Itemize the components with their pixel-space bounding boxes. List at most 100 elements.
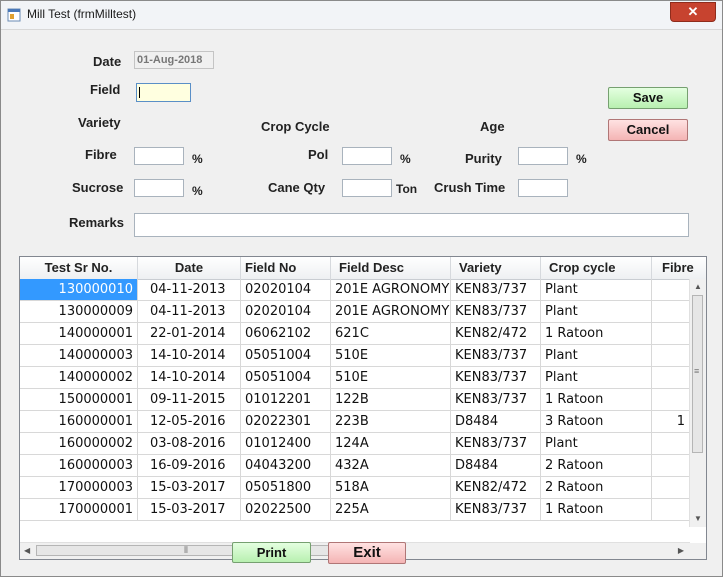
- cell-crop-cycle[interactable]: Plant: [541, 345, 652, 367]
- cell-test-sr-no[interactable]: 150000001: [20, 389, 138, 411]
- scroll-up-arrow-icon[interactable]: ▲: [694, 282, 702, 292]
- cell-fibre[interactable]: [652, 279, 690, 301]
- table-row[interactable]: 160000001 12-05-2016 02022301 223B D8484 3 Ra…: [20, 411, 690, 433]
- cell-date[interactable]: 04-11-2013: [138, 279, 241, 301]
- col-header-variety[interactable]: Variety: [451, 257, 541, 279]
- cell-variety[interactable]: KEN83/737: [451, 433, 541, 455]
- cell-crop-cycle[interactable]: 1 Ratoon: [541, 323, 652, 345]
- cell-test-sr-no[interactable]: 140000002: [20, 367, 138, 389]
- cell-crop-cycle[interactable]: 2 Ratoon: [541, 477, 652, 499]
- scroll-down-arrow-icon[interactable]: ▼: [694, 514, 702, 524]
- cell-variety[interactable]: KEN82/472: [451, 477, 541, 499]
- cell-fibre[interactable]: [652, 301, 690, 323]
- cell-test-sr-no[interactable]: 130000010: [20, 279, 138, 301]
- cell-field-no[interactable]: 05051004: [241, 345, 331, 367]
- cell-test-sr-no[interactable]: 170000001: [20, 499, 138, 521]
- cell-fibre[interactable]: [652, 345, 690, 367]
- vertical-scrollbar[interactable]: ▲ ≡ ▼: [689, 279, 706, 527]
- table-row[interactable]: 160000002 03-08-2016 01012400 124A KEN83/737…: [20, 433, 690, 455]
- cell-fibre[interactable]: [652, 367, 690, 389]
- cell-test-sr-no[interactable]: 160000002: [20, 433, 138, 455]
- print-button[interactable]: Print: [232, 542, 311, 563]
- cell-field-no[interactable]: 02020104: [241, 279, 331, 301]
- cell-crop-cycle[interactable]: Plant: [541, 433, 652, 455]
- cell-test-sr-no[interactable]: 130000009: [20, 301, 138, 323]
- table-row[interactable]: 160000003 16-09-2016 04043200 432A D8484 2 Ra…: [20, 455, 690, 477]
- cell-field-desc[interactable]: 510E: [331, 367, 451, 389]
- scroll-left-arrow-icon[interactable]: ◀: [24, 546, 30, 556]
- title-bar[interactable]: Mill Test (frmMilltest) ✕: [1, 1, 722, 30]
- cell-date[interactable]: 14-10-2014: [138, 367, 241, 389]
- crush-time-input[interactable]: [518, 179, 568, 197]
- col-header-field-no[interactable]: Field No: [241, 257, 331, 279]
- cell-crop-cycle[interactable]: Plant: [541, 279, 652, 301]
- cell-test-sr-no[interactable]: 160000003: [20, 455, 138, 477]
- cell-field-desc[interactable]: 225A: [331, 499, 451, 521]
- cell-variety[interactable]: KEN83/737: [451, 367, 541, 389]
- field-input[interactable]: [136, 83, 191, 102]
- cell-field-no[interactable]: 02022500: [241, 499, 331, 521]
- cell-field-desc[interactable]: 124A: [331, 433, 451, 455]
- cell-field-desc[interactable]: 518A: [331, 477, 451, 499]
- table-row[interactable]: 130000010 04-11-2013 02020104 201E AGRONOMY…: [20, 279, 690, 301]
- cell-crop-cycle[interactable]: Plant: [541, 367, 652, 389]
- cell-crop-cycle[interactable]: 1 Ratoon: [541, 389, 652, 411]
- col-header-test-sr-no[interactable]: Test Sr No.: [20, 257, 138, 279]
- cell-field-desc[interactable]: 201E AGRONOMY: [331, 279, 451, 301]
- cell-test-sr-no[interactable]: 140000003: [20, 345, 138, 367]
- cell-field-no[interactable]: 05051800: [241, 477, 331, 499]
- cell-variety[interactable]: D8484: [451, 411, 541, 433]
- table-row[interactable]: 170000001 15-03-2017 02022500 225A KEN83/737…: [20, 499, 690, 521]
- cell-crop-cycle[interactable]: 1 Ratoon: [541, 499, 652, 521]
- cancel-button[interactable]: Cancel: [608, 119, 688, 141]
- cell-variety[interactable]: KEN82/472: [451, 323, 541, 345]
- cell-field-no[interactable]: 05051004: [241, 367, 331, 389]
- cell-field-desc[interactable]: 621C: [331, 323, 451, 345]
- remarks-input[interactable]: [134, 213, 689, 237]
- cell-fibre[interactable]: [652, 389, 690, 411]
- cell-fibre[interactable]: [652, 499, 690, 521]
- cell-date[interactable]: 14-10-2014: [138, 345, 241, 367]
- cell-variety[interactable]: KEN83/737: [451, 345, 541, 367]
- cane-qty-input[interactable]: [342, 179, 392, 197]
- cell-crop-cycle[interactable]: Plant: [541, 301, 652, 323]
- cell-field-no[interactable]: 04043200: [241, 455, 331, 477]
- cell-variety[interactable]: KEN83/737: [451, 279, 541, 301]
- cell-fibre[interactable]: [652, 433, 690, 455]
- cell-crop-cycle[interactable]: 2 Ratoon: [541, 455, 652, 477]
- col-header-crop-cycle[interactable]: Crop cycle: [541, 257, 652, 279]
- col-header-field-desc[interactable]: Field Desc: [331, 257, 451, 279]
- close-button[interactable]: ✕: [670, 2, 716, 22]
- save-button[interactable]: Save: [608, 87, 688, 109]
- cell-variety[interactable]: D8484: [451, 455, 541, 477]
- pol-input[interactable]: [342, 147, 392, 165]
- cell-date[interactable]: 15-03-2017: [138, 499, 241, 521]
- fibre-input[interactable]: [134, 147, 184, 165]
- exit-button[interactable]: Exit: [328, 542, 406, 564]
- table-row[interactable]: 140000001 22-01-2014 06062102 621C KEN82/472…: [20, 323, 690, 345]
- table-row[interactable]: 140000002 14-10-2014 05051004 510E KEN83/737…: [20, 367, 690, 389]
- cell-crop-cycle[interactable]: 3 Ratoon: [541, 411, 652, 433]
- cell-test-sr-no[interactable]: 160000001: [20, 411, 138, 433]
- cell-variety[interactable]: KEN83/737: [451, 499, 541, 521]
- cell-date[interactable]: 15-03-2017: [138, 477, 241, 499]
- vertical-scroll-thumb[interactable]: ≡: [692, 295, 703, 453]
- table-row[interactable]: 140000003 14-10-2014 05051004 510E KEN83/737…: [20, 345, 690, 367]
- cell-field-desc[interactable]: 432A: [331, 455, 451, 477]
- cell-field-no[interactable]: 01012201: [241, 389, 331, 411]
- mill-test-grid[interactable]: Test Sr No. Date Field No Field Desc Var…: [19, 256, 707, 560]
- cell-date[interactable]: 22-01-2014: [138, 323, 241, 345]
- table-row[interactable]: 150000001 09-11-2015 01012201 122B KEN83/737…: [20, 389, 690, 411]
- table-row[interactable]: 130000009 04-11-2013 02020104 201E AGRONOMY…: [20, 301, 690, 323]
- cell-fibre[interactable]: [652, 323, 690, 345]
- cell-variety[interactable]: KEN83/737: [451, 301, 541, 323]
- table-row[interactable]: 170000003 15-03-2017 05051800 518A KEN82/472…: [20, 477, 690, 499]
- cell-date[interactable]: 04-11-2013: [138, 301, 241, 323]
- cell-field-desc[interactable]: 122B: [331, 389, 451, 411]
- scroll-right-arrow-icon[interactable]: ▶: [678, 546, 684, 556]
- cell-variety[interactable]: KEN83/737: [451, 389, 541, 411]
- cell-field-no[interactable]: 01012400: [241, 433, 331, 455]
- sucrose-input[interactable]: [134, 179, 184, 197]
- cell-field-desc[interactable]: 201E AGRONOMY: [331, 301, 451, 323]
- cell-field-no[interactable]: 02022301: [241, 411, 331, 433]
